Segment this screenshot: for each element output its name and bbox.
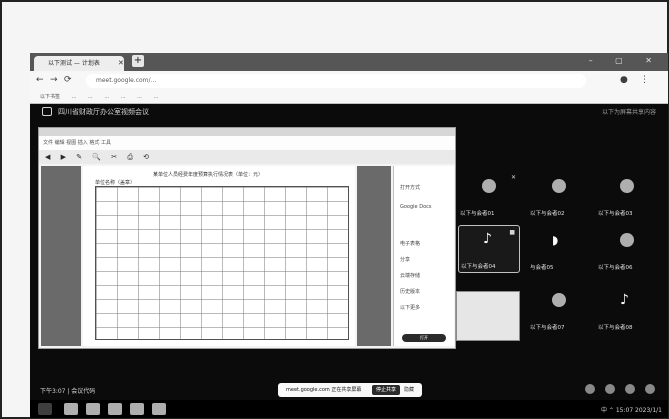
browser-tab[interactable]: 以下测试 — 计划表 ✕ bbox=[34, 56, 124, 71]
mic-off-icon: ✕ bbox=[510, 174, 516, 181]
browser-tab-bar: 以下测试 — 计划表 ✕ + – ▢ ✕ bbox=[30, 53, 668, 71]
participant-name: 以下与会者01 bbox=[460, 211, 495, 217]
participant-name: 与会者05 bbox=[530, 265, 554, 271]
meeting-header: 四川省财政厅办公室视频会议 以下为屏幕共享内容 bbox=[30, 104, 668, 120]
document-page: 某单位人员经费年度预算执行情况表（单位：元） 单位名称（盖章） bbox=[83, 166, 355, 346]
participant-tile[interactable]: ✕ 以下与会者01 bbox=[458, 171, 520, 219]
forward-icon[interactable]: → bbox=[50, 75, 58, 85]
document-gutter-left bbox=[41, 166, 81, 346]
avatar bbox=[620, 233, 634, 247]
profile-icon[interactable]: ● bbox=[620, 75, 628, 85]
participant-tile[interactable]: ♪ 以下与会者08 bbox=[596, 285, 658, 333]
participant-name: 以下与会者07 bbox=[530, 325, 565, 331]
url-field[interactable]: meet.google.com/... bbox=[86, 74, 586, 88]
menu-icon[interactable]: ⋮ bbox=[640, 75, 649, 85]
bookmark-item[interactable]: ... bbox=[72, 91, 77, 103]
meeting-title: 四川省财政厅办公室视频会议 bbox=[58, 108, 149, 116]
open-with-panel: 打开方式 Google Docs 电子表格 分享 云端存储 历史版本 以下更多 … bbox=[393, 166, 454, 346]
people-icon[interactable] bbox=[605, 384, 615, 394]
address-bar-row: ← → ⟳ meet.google.com/... ● ⋮ bbox=[30, 71, 668, 91]
window-controls[interactable]: – ▢ ✕ bbox=[589, 56, 662, 65]
participant-name: 以下与会者02 bbox=[530, 211, 565, 217]
avatar bbox=[552, 179, 566, 193]
bookmark-item[interactable]: ... bbox=[137, 91, 142, 103]
participant-tile[interactable]: 以下与会者03 bbox=[596, 171, 658, 219]
participant-name: 以下与会者03 bbox=[598, 211, 633, 217]
side-item[interactable]: 历史版本 bbox=[400, 288, 420, 295]
info-icon[interactable] bbox=[585, 384, 595, 394]
participant-tile[interactable]: 以下与会者02 bbox=[528, 171, 590, 219]
side-item[interactable]: 电子表格 bbox=[400, 240, 420, 247]
new-tab-button[interactable]: + bbox=[132, 55, 144, 67]
shared-toolbar: ◀ ▶ ✎ 🔍 ✂ ⎙ ⟲ bbox=[39, 150, 455, 164]
side-item[interactable]: 打开方式 bbox=[400, 184, 420, 191]
document-gutter-right bbox=[357, 166, 391, 346]
shared-window-titlebar bbox=[39, 128, 455, 136]
share-notice-text: meet.google.com 正在共享屏幕 bbox=[286, 387, 362, 393]
hide-button[interactable]: 隐藏 bbox=[404, 383, 414, 397]
bookmarks-bar: 以下书签 ... ... ... ... ... ... bbox=[30, 91, 668, 104]
participant-tile[interactable]: ◗ 与会者05 bbox=[528, 225, 590, 273]
open-button[interactable]: 打开 bbox=[402, 334, 446, 342]
meeting-clock: 下午3:07 | 会议代码 bbox=[40, 388, 96, 395]
taskbar-app-icon[interactable] bbox=[108, 403, 122, 415]
participant-name: 以下与会者06 bbox=[598, 265, 633, 271]
taskbar-app-icon[interactable] bbox=[152, 403, 166, 415]
side-item[interactable]: 云端存储 bbox=[400, 272, 420, 279]
document-org-label: 单位名称（盖章） bbox=[95, 180, 136, 186]
side-item[interactable]: Google Docs bbox=[400, 204, 431, 210]
start-icon[interactable] bbox=[38, 403, 52, 415]
side-item[interactable]: 分享 bbox=[400, 256, 410, 263]
back-icon[interactable]: ← bbox=[36, 75, 44, 85]
tiktok-logo-icon: ♪ bbox=[483, 231, 492, 247]
avatar bbox=[552, 293, 566, 307]
avatar bbox=[620, 179, 634, 193]
participant-tile[interactable]: 以下与会者06 bbox=[596, 225, 658, 273]
self-view-tile[interactable] bbox=[456, 291, 520, 341]
tab-title: 以下测试 — 计划表 bbox=[48, 60, 100, 67]
participant-name: 以下与会者08 bbox=[598, 325, 633, 331]
pin-icon: ■ bbox=[509, 229, 515, 236]
bookmark-item[interactable]: ... bbox=[121, 91, 126, 103]
participant-name: 以下与会者04 bbox=[461, 264, 496, 270]
stop-sharing-button[interactable]: 停止共享 bbox=[372, 385, 400, 395]
reload-icon[interactable]: ⟳ bbox=[64, 75, 72, 85]
shared-screen: 文件 编辑 视图 插入 格式 工具 ◀ ▶ ✎ 🔍 ✂ ⎙ ⟲ 某单位人员经费年… bbox=[38, 127, 456, 349]
shared-menu-bar: 文件 编辑 视图 插入 格式 工具 bbox=[39, 136, 455, 150]
close-icon[interactable]: ✕ bbox=[118, 56, 124, 71]
activities-icon[interactable] bbox=[645, 384, 655, 394]
tiktok-logo-icon: ♪ bbox=[620, 292, 629, 308]
system-tray[interactable]: 中 ⌃ 15:07 2023/1/1 bbox=[601, 405, 662, 414]
bookmark-item[interactable]: ... bbox=[88, 91, 93, 103]
avatar bbox=[482, 179, 496, 193]
document-title: 某单位人员经费年度预算执行情况表（单位：元） bbox=[153, 172, 264, 178]
meeting-control-bar: 下午3:07 | 会议代码 meet.google.com 正在共享屏幕 停止共… bbox=[30, 380, 668, 400]
meet-logo-icon bbox=[42, 107, 52, 116]
presentation-label: 以下为屏幕共享内容 bbox=[601, 109, 656, 116]
screen-share-notification: meet.google.com 正在共享屏幕 停止共享 隐藏 bbox=[278, 383, 422, 397]
photo-frame: 以下测试 — 计划表 ✕ + – ▢ ✕ ← → ⟳ meet.google.c… bbox=[0, 0, 669, 419]
bookmark-item[interactable]: 以下书签 bbox=[40, 91, 60, 103]
participant-tile-speaking[interactable]: ■ ♪ 以下与会者04 bbox=[458, 225, 520, 273]
swirl-avatar-icon: ◗ bbox=[552, 233, 559, 247]
participant-tile[interactable]: 以下与会者07 bbox=[528, 285, 590, 333]
chat-icon[interactable] bbox=[625, 384, 635, 394]
taskbar-app-icon[interactable] bbox=[64, 403, 78, 415]
bookmark-item[interactable]: ... bbox=[104, 91, 109, 103]
taskbar-app-icon[interactable] bbox=[130, 403, 144, 415]
bookmark-item[interactable]: ... bbox=[153, 91, 158, 103]
side-item[interactable]: 以下更多 bbox=[400, 304, 420, 311]
os-taskbar: 中 ⌃ 15:07 2023/1/1 bbox=[30, 400, 668, 418]
budget-table bbox=[95, 186, 349, 340]
taskbar-app-icon[interactable] bbox=[86, 403, 100, 415]
monitor-screen: 以下测试 — 计划表 ✕ + – ▢ ✕ ← → ⟳ meet.google.c… bbox=[30, 53, 668, 418]
